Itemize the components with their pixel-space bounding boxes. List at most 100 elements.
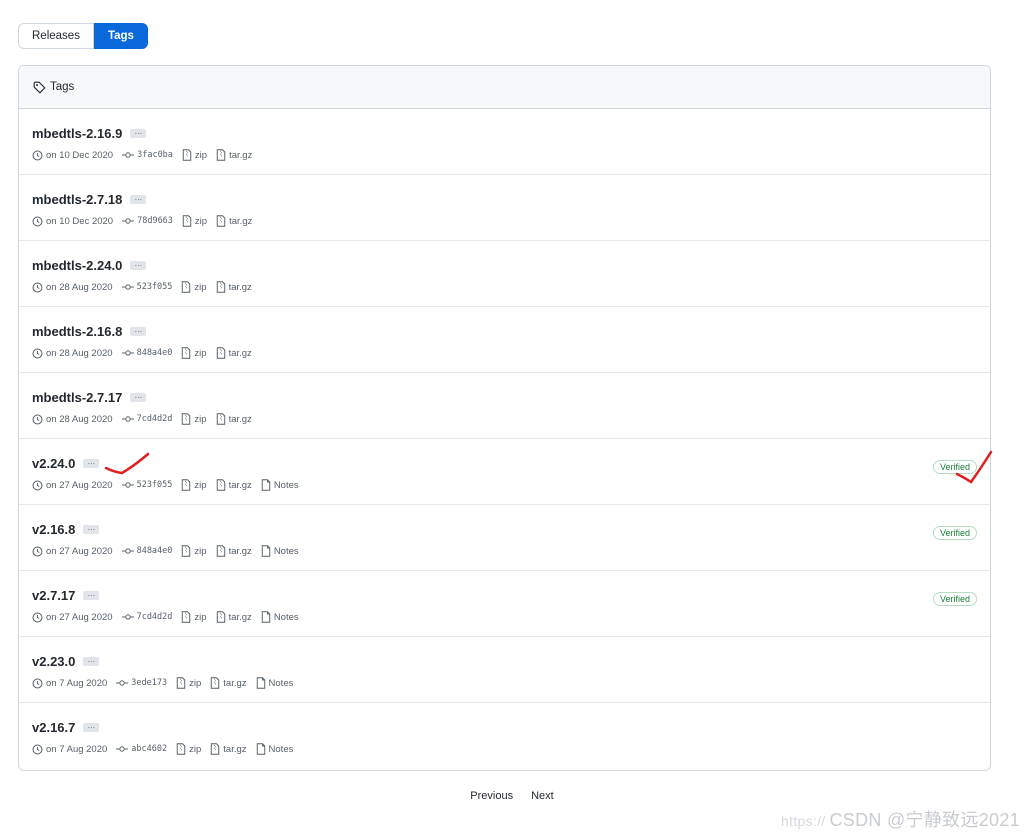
tag-date-text: on 7 Aug 2020	[46, 677, 108, 689]
tag-meta: on 27 Aug 2020 848a4e0 zip tar.gz Notes	[32, 545, 308, 557]
commit-sha-link[interactable]: 78d9663	[137, 216, 173, 226]
tag-commit: 7cd4d2d	[121, 612, 173, 622]
zip-download[interactable]: zip	[181, 347, 207, 359]
notes-link[interactable]: Notes	[274, 546, 299, 557]
clock-icon	[32, 678, 43, 688]
commit-sha-link[interactable]: abc4602	[131, 744, 167, 754]
targz-link[interactable]: tar.gz	[229, 414, 252, 425]
tag-date: on 27 Aug 2020	[32, 546, 113, 557]
verified-badge[interactable]: Verified	[932, 526, 977, 540]
commit-sha-link[interactable]: 848a4e0	[137, 348, 173, 358]
targz-download[interactable]: tar.gz	[210, 677, 247, 689]
ellipsis-button[interactable]: …	[130, 326, 147, 336]
targz-download[interactable]: tar.gz	[216, 347, 252, 359]
notes-link[interactable]: Notes	[274, 480, 299, 491]
ellipsis-button[interactable]: …	[83, 590, 100, 600]
targz-download[interactable]: tar.gz	[216, 545, 252, 557]
zip-download[interactable]: zip	[181, 281, 207, 293]
zip-download[interactable]: zip	[182, 215, 207, 227]
watermark: https://CSDN @宁静致远2021	[781, 806, 1020, 832]
zip-download[interactable]: zip	[181, 479, 207, 491]
targz-link[interactable]: tar.gz	[223, 678, 246, 689]
tag-row: mbedtls-2.16.9 … on 10 Dec 2020 3fac0ba …	[19, 109, 990, 175]
ellipsis-button[interactable]: …	[130, 194, 147, 204]
tag-name-link[interactable]: v2.24.0	[32, 456, 75, 471]
tag-name-link[interactable]: v2.16.7	[32, 720, 75, 735]
release-notes[interactable]: Notes	[261, 479, 299, 491]
release-notes[interactable]: Notes	[261, 611, 299, 623]
targz-link[interactable]: tar.gz	[229, 612, 252, 623]
tag-row: v2.16.7 … on 7 Aug 2020 abc4602 zip tar.…	[19, 703, 990, 769]
release-notes[interactable]: Notes	[256, 677, 294, 689]
targz-download[interactable]: tar.gz	[216, 479, 252, 491]
tag-name-link[interactable]: mbedtls-2.16.8	[32, 324, 122, 339]
zip-download[interactable]: zip	[182, 149, 207, 161]
release-notes[interactable]: Notes	[256, 743, 294, 755]
tag-name-link[interactable]: mbedtls-2.24.0	[32, 258, 122, 273]
targz-link[interactable]: tar.gz	[229, 546, 252, 557]
zip-link[interactable]: zip	[189, 678, 201, 689]
targz-link[interactable]: tar.gz	[229, 480, 252, 491]
tag-title-line: mbedtls-2.16.9 …	[32, 126, 147, 141]
zip-link[interactable]: zip	[194, 612, 206, 623]
tag-commit: abc4602	[116, 744, 167, 754]
zip-link[interactable]: zip	[194, 414, 206, 425]
tag-meta: on 27 Aug 2020 523f055 zip tar.gz Notes	[32, 479, 308, 491]
targz-link[interactable]: tar.gz	[229, 216, 252, 227]
next-button[interactable]: Next	[531, 790, 554, 802]
tag-name-link[interactable]: mbedtls-2.7.18	[32, 192, 122, 207]
zip-link[interactable]: zip	[194, 480, 206, 491]
tag-name-link[interactable]: mbedtls-2.16.9	[32, 126, 122, 141]
targz-download[interactable]: tar.gz	[216, 611, 252, 623]
zip-download[interactable]: zip	[181, 413, 207, 425]
ellipsis-button[interactable]: …	[83, 656, 100, 666]
zip-download[interactable]: zip	[181, 611, 207, 623]
tag-name-link[interactable]: v2.16.8	[32, 522, 75, 537]
tag-date-text: on 28 Aug 2020	[46, 281, 113, 293]
ellipsis-button[interactable]: …	[83, 722, 100, 732]
notes-link[interactable]: Notes	[269, 744, 294, 755]
zip-download[interactable]: zip	[176, 743, 201, 755]
targz-link[interactable]: tar.gz	[229, 282, 252, 293]
zip-link[interactable]: zip	[194, 546, 206, 557]
targz-download[interactable]: tar.gz	[216, 413, 252, 425]
ellipsis-button[interactable]: …	[130, 260, 147, 270]
tag-name-link[interactable]: v2.7.17	[32, 588, 75, 603]
zip-link[interactable]: zip	[189, 744, 201, 755]
zip-icon	[182, 149, 192, 161]
targz-download[interactable]: tar.gz	[216, 215, 252, 227]
commit-sha-link[interactable]: 848a4e0	[137, 546, 173, 556]
verified-badge[interactable]: Verified	[932, 592, 977, 606]
zip-link[interactable]: zip	[195, 150, 207, 161]
releases-tab[interactable]: Releases	[18, 23, 94, 49]
ellipsis-button[interactable]: …	[83, 524, 100, 534]
commit-sha-link[interactable]: 523f055	[137, 480, 173, 490]
commit-sha-link[interactable]: 3fac0ba	[137, 150, 173, 160]
commit-sha-link[interactable]: 3ede173	[131, 678, 167, 688]
zip-link[interactable]: zip	[195, 216, 207, 227]
targz-link[interactable]: tar.gz	[229, 150, 252, 161]
release-notes[interactable]: Notes	[261, 545, 299, 557]
targz-download[interactable]: tar.gz	[216, 281, 252, 293]
ellipsis-button[interactable]: …	[130, 392, 147, 402]
commit-sha-link[interactable]: 523f055	[137, 282, 173, 292]
notes-link[interactable]: Notes	[269, 678, 294, 689]
tag-name-link[interactable]: v2.23.0	[32, 654, 75, 669]
ellipsis-button[interactable]: …	[130, 128, 147, 138]
tags-tab[interactable]: Tags	[93, 23, 148, 49]
ellipsis-button[interactable]: …	[83, 458, 100, 468]
targz-link[interactable]: tar.gz	[229, 348, 252, 359]
zip-link[interactable]: zip	[194, 282, 206, 293]
tag-meta: on 28 Aug 2020 7cd4d2d zip tar.gz	[32, 413, 261, 425]
targz-download[interactable]: tar.gz	[216, 149, 252, 161]
commit-sha-link[interactable]: 7cd4d2d	[137, 612, 173, 622]
zip-link[interactable]: zip	[194, 348, 206, 359]
commit-sha-link[interactable]: 7cd4d2d	[137, 414, 173, 424]
targz-link[interactable]: tar.gz	[223, 744, 246, 755]
zip-download[interactable]: zip	[176, 677, 201, 689]
previous-button[interactable]: Previous	[470, 790, 513, 802]
tag-name-link[interactable]: mbedtls-2.7.17	[32, 390, 122, 405]
targz-download[interactable]: tar.gz	[210, 743, 247, 755]
notes-link[interactable]: Notes	[274, 612, 299, 623]
zip-download[interactable]: zip	[181, 545, 207, 557]
